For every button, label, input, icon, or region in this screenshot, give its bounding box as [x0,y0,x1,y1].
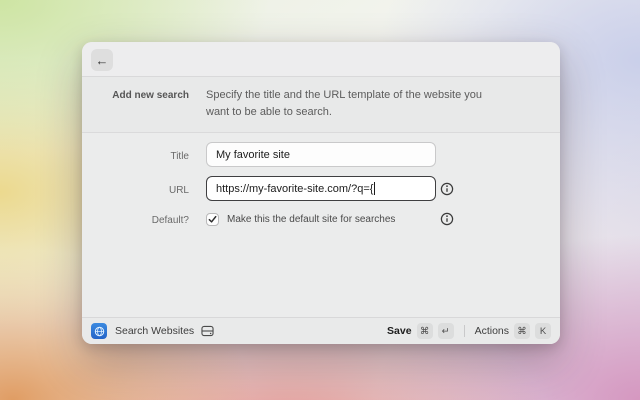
k-keycap: K [535,323,551,339]
text-cursor [374,182,376,195]
globe-icon [94,326,105,337]
url-field-row: URL https://my-favorite-site.com/?q={ [82,176,560,201]
url-input[interactable]: https://my-favorite-site.com/?q={ [206,176,436,201]
title-field-row: Title My favorite site [82,142,560,167]
back-button[interactable]: ← [91,49,113,71]
return-keycap: ↵ [438,323,454,339]
actions-button[interactable]: Actions [475,325,509,337]
default-field-label: Default? [152,215,189,226]
checkmark-icon [208,215,217,224]
window-header: ← [82,42,560,77]
cmd-keycap: ⌘ [514,323,530,339]
action-bar: Search Websites Save ⌘ ↵ Actions ⌘ K [82,317,560,344]
footer-divider [464,325,465,337]
form-area: Title My favorite site URL https://my-fa… [82,133,560,317]
title-field-label: Title [170,151,189,162]
url-field-label: URL [169,185,189,196]
title-input[interactable]: My favorite site [206,142,436,167]
default-checkbox[interactable] [206,213,219,226]
desktop-background: ← Add new search Specify the title and t… [0,0,640,400]
title-input-value: My favorite site [216,149,290,161]
cmd-keycap: ⌘ [417,323,433,339]
save-disk-icon [201,325,214,337]
default-checkbox-label[interactable]: Make this the default site for searches [227,214,395,225]
footer-app-name: Search Websites [115,325,194,337]
url-input-value: https://my-favorite-site.com/?q={ [216,183,373,195]
save-button[interactable]: Save [387,325,412,337]
default-info-icon[interactable] [440,212,454,226]
section-description: Specify the title and the URL template o… [206,87,508,121]
app-window: ← Add new search Specify the title and t… [82,42,560,344]
back-arrow-icon: ← [96,53,109,68]
default-field-row: Default? Make this the default site for … [82,210,560,228]
section-title: Add new search [82,87,189,104]
form-description-section: Add new search Specify the title and the… [82,77,560,133]
search-websites-app-icon [91,323,107,339]
url-info-icon[interactable] [440,182,454,196]
